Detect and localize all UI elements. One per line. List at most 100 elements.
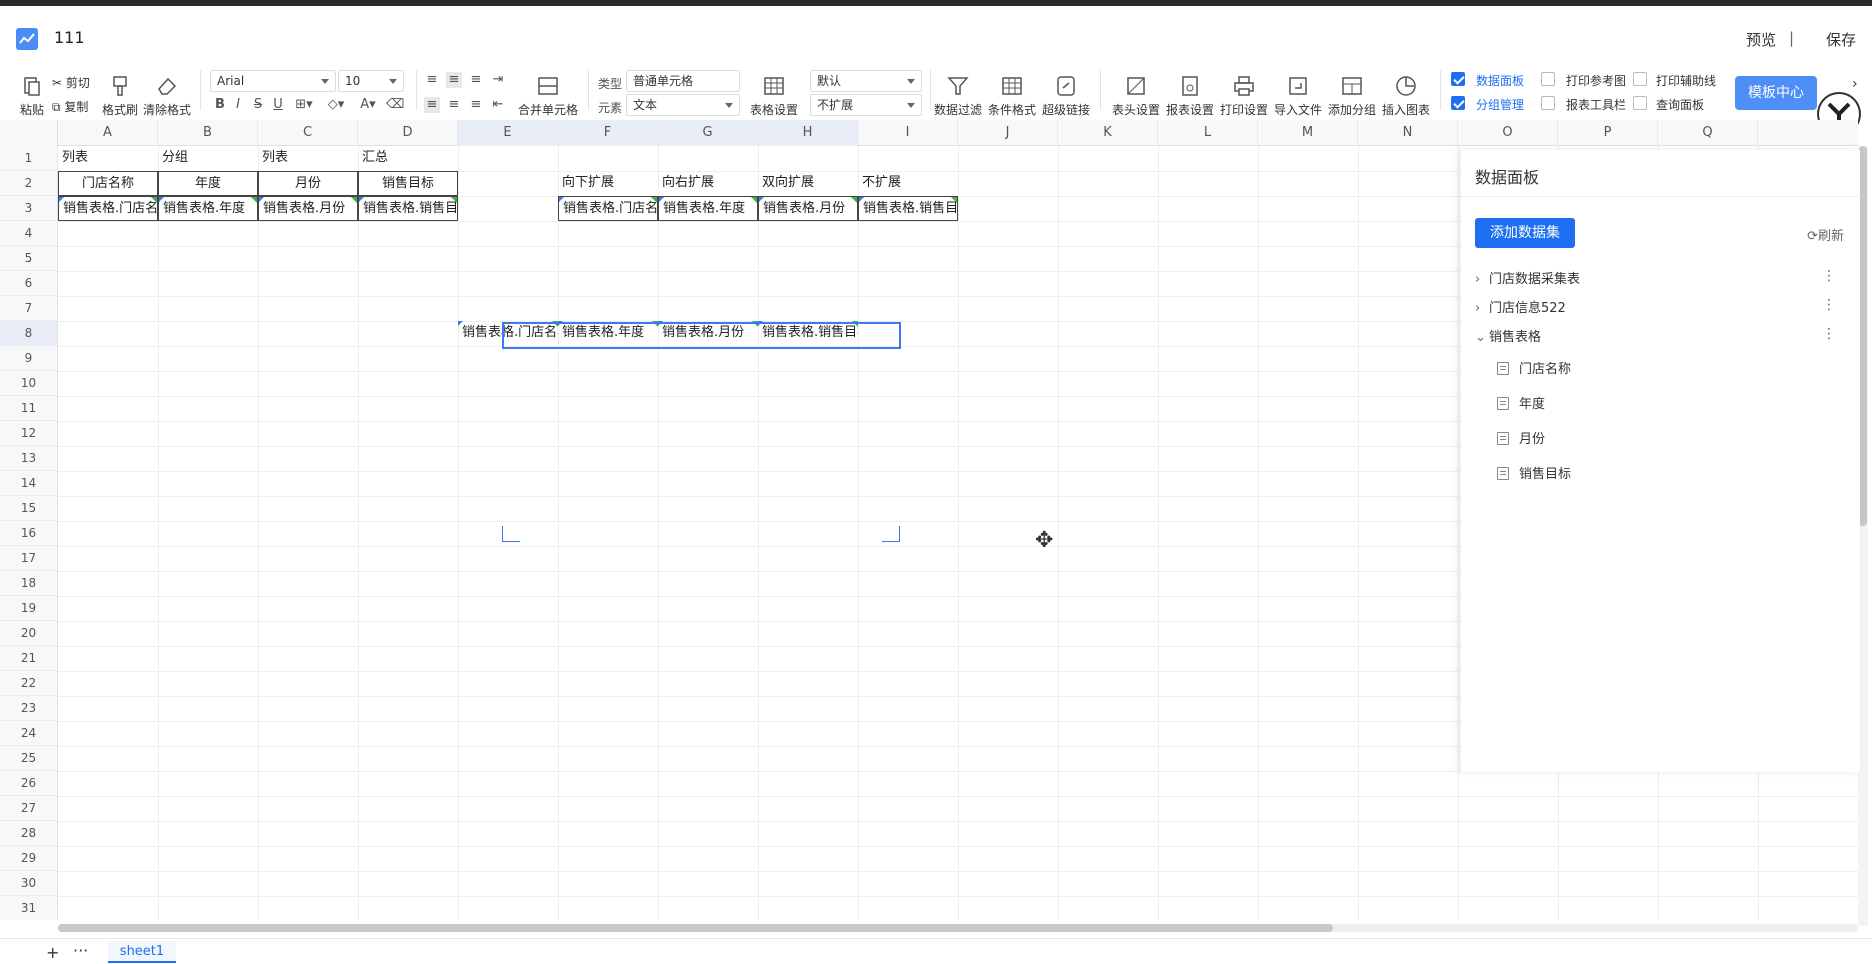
column-header[interactable]: P (1558, 120, 1658, 146)
column-header[interactable]: C (258, 120, 358, 146)
row-header[interactable]: 8 (0, 321, 58, 346)
report-toolbar-checkbox[interactable] (1541, 96, 1555, 110)
cell-h3[interactable]: 销售表格.月份 (758, 196, 858, 221)
row-header[interactable]: 28 (0, 821, 58, 846)
refresh-button[interactable]: ⟳刷新 (1807, 225, 1844, 244)
row-header[interactable]: 17 (0, 546, 58, 571)
cell-c3[interactable]: 销售表格.月份 (258, 196, 358, 221)
font-size-select[interactable]: 10 (338, 70, 404, 92)
row-header[interactable]: 14 (0, 471, 58, 496)
clear-format-button[interactable]: 清除格式 (143, 74, 191, 118)
row-header[interactable]: 6 (0, 271, 58, 296)
cell-h2[interactable]: 双向扩展 (758, 171, 858, 196)
data-panel-checkbox[interactable] (1451, 72, 1465, 86)
insert-chart-button[interactable]: 插入图表 (1382, 74, 1430, 118)
row-header[interactable]: 18 (0, 571, 58, 596)
font-color-icon[interactable]: A▾ (356, 97, 380, 113)
column-header[interactable]: F (558, 120, 658, 146)
horizontal-scroll-thumb[interactable] (58, 924, 1333, 932)
field-item[interactable]: 月份 (1497, 428, 1545, 447)
column-header[interactable]: H (758, 120, 858, 146)
indent-icon[interactable]: ⇥ (490, 72, 506, 88)
cell-c2[interactable]: 月份 (258, 171, 358, 196)
data-filter-button[interactable]: 数据过滤 (934, 74, 982, 118)
column-header[interactable]: N (1358, 120, 1458, 146)
align-top-icon[interactable]: ≡ (424, 72, 440, 88)
vertical-scroll-thumb[interactable] (1859, 146, 1867, 526)
chevron-right-icon[interactable]: › (1852, 76, 1858, 92)
report-settings-button[interactable]: 报表设置 (1166, 74, 1214, 118)
cell-f2[interactable]: 向下扩展 (558, 171, 658, 196)
preview-button[interactable]: 预览 (1746, 29, 1776, 50)
dataset-item[interactable]: › 门店信息522 (1475, 297, 1566, 316)
format-painter-button[interactable]: 格式刷 (102, 74, 138, 118)
cell-f3[interactable]: 销售表格.门店名称 (558, 196, 658, 221)
row-header[interactable]: 1 (0, 146, 58, 171)
row-header[interactable]: 9 (0, 346, 58, 371)
row-header[interactable]: 2 (0, 171, 58, 196)
cell-d2[interactable]: 销售目标 (358, 171, 458, 196)
row-header[interactable]: 30 (0, 871, 58, 896)
cut-button[interactable]: ✂ 剪切 (52, 74, 90, 91)
horizontal-scrollbar[interactable] (58, 924, 1858, 932)
cell-g3[interactable]: 销售表格.年度 (658, 196, 758, 221)
bold-icon[interactable]: B (212, 97, 228, 113)
row-header[interactable]: 12 (0, 421, 58, 446)
cell-c1[interactable]: 列表 (258, 146, 358, 171)
sheet-tab[interactable]: sheet1 (108, 941, 176, 963)
row-header[interactable]: 16 (0, 521, 58, 546)
row-header[interactable]: 27 (0, 796, 58, 821)
print-settings-button[interactable]: 打印设置 (1220, 74, 1268, 118)
row-header[interactable]: 10 (0, 371, 58, 396)
strikethrough-icon[interactable]: S (250, 97, 266, 113)
cell-i2[interactable]: 不扩展 (858, 171, 958, 196)
row-header[interactable]: 7 (0, 296, 58, 321)
row-header[interactable]: 19 (0, 596, 58, 621)
table-settings-button[interactable]: 表格设置 (750, 74, 798, 118)
align-left-icon[interactable]: ≡ (424, 97, 440, 113)
print-guide-checkbox[interactable] (1633, 72, 1647, 86)
group-mgmt-checkbox[interactable] (1451, 96, 1465, 110)
cell-b3[interactable]: 销售表格.年度 (158, 196, 258, 221)
more-icon[interactable]: ⋮ (1822, 268, 1836, 284)
column-header[interactable]: G (658, 120, 758, 146)
cell-a3[interactable]: 销售表格.门店名称 (58, 196, 158, 221)
template-center-button[interactable]: 模板中心 (1735, 76, 1817, 110)
cell-i3[interactable]: 销售表格.销售目标 (858, 196, 958, 221)
cell-g8[interactable]: 销售表格.月份 (658, 321, 758, 346)
row-header[interactable]: 5 (0, 246, 58, 271)
border-icon[interactable]: ⊞▾ (292, 97, 316, 113)
select-all-corner[interactable] (0, 120, 58, 146)
outdent-icon[interactable]: ⇤ (490, 97, 506, 113)
column-header[interactable]: I (858, 120, 958, 146)
row-header[interactable]: 3 (0, 196, 58, 221)
merge-cells-button[interactable]: 合并单元格 (518, 74, 578, 118)
row-header[interactable]: 20 (0, 621, 58, 646)
cell-a1[interactable]: 列表 (58, 146, 158, 171)
header-settings-button[interactable]: 表头设置 (1112, 74, 1160, 118)
more-icon[interactable]: ⋮ (1822, 297, 1836, 313)
font-family-select[interactable]: Arial (210, 70, 336, 92)
more-icon[interactable]: ⋮ (1822, 326, 1836, 342)
paste-button[interactable]: 粘贴 (20, 74, 44, 118)
expand-select[interactable]: 不扩展 (810, 94, 922, 116)
row-header[interactable]: 22 (0, 671, 58, 696)
cell-f8[interactable]: 销售表格.年度 (558, 321, 658, 346)
cell-h8[interactable]: 销售表格.销售目标 (758, 321, 858, 346)
underline-icon[interactable]: U (270, 97, 286, 113)
cell-a2[interactable]: 门店名称 (58, 171, 158, 196)
column-header[interactable]: A (58, 120, 158, 146)
row-header[interactable]: 26 (0, 771, 58, 796)
field-item[interactable]: 门店名称 (1497, 358, 1571, 377)
fill-color-icon[interactable]: ◇▾ (324, 97, 348, 113)
align-middle-icon[interactable]: ≡ (446, 72, 462, 88)
save-button[interactable]: 保存 (1826, 29, 1856, 50)
row-header[interactable]: 25 (0, 746, 58, 771)
column-header[interactable]: D (358, 120, 458, 146)
add-sheet-button[interactable]: + (46, 943, 59, 962)
column-header[interactable]: O (1458, 120, 1558, 146)
cell-g2[interactable]: 向右扩展 (658, 171, 758, 196)
more-sheets-button[interactable]: ··· (73, 941, 88, 960)
align-center-icon[interactable]: ≡ (446, 97, 462, 113)
cell-e8[interactable]: 销售表格.门店名称 (458, 321, 558, 346)
